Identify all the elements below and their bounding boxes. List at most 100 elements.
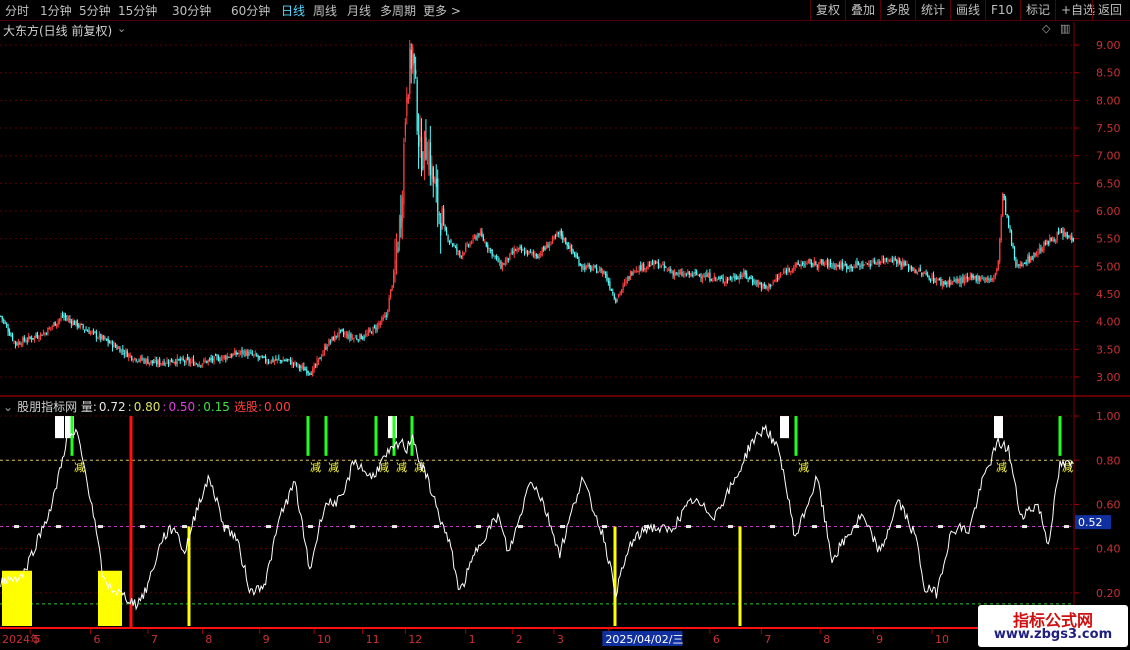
- candle-body: [262, 357, 264, 359]
- candle-body: [590, 265, 592, 271]
- price-tick-label: 3.00: [1096, 371, 1121, 384]
- candle-body: [184, 360, 186, 363]
- candle-body: [759, 282, 761, 285]
- candle-body: [503, 263, 505, 265]
- level-marker: [434, 525, 439, 529]
- candle-body: [568, 245, 570, 250]
- candle-body: [643, 264, 645, 270]
- candle-body: [538, 253, 540, 258]
- candle-body: [830, 260, 832, 265]
- candle-body: [498, 260, 501, 264]
- candle-body: [880, 261, 882, 264]
- candle-body: [473, 236, 476, 238]
- candle-body: [1071, 236, 1073, 240]
- candle-body: [182, 358, 184, 361]
- candle-body: [772, 281, 774, 284]
- candle-body: [559, 230, 561, 235]
- candle-body: [1049, 238, 1051, 243]
- candle-body: [390, 289, 392, 298]
- candle-body: [553, 236, 555, 239]
- candle-body: [554, 234, 557, 237]
- candle-body: [413, 54, 415, 64]
- candle-body: [778, 276, 780, 279]
- candle-body: [38, 338, 40, 340]
- candle-body: [893, 257, 895, 262]
- candle-body: [334, 334, 336, 342]
- price-tick-label: 3.50: [1096, 343, 1121, 356]
- candle-body: [869, 264, 871, 267]
- candle-body: [144, 359, 146, 364]
- candle-body: [706, 273, 708, 277]
- candle-body: [484, 241, 486, 243]
- candle-body: [694, 272, 696, 274]
- candle-body: [284, 360, 286, 362]
- candle-body: [746, 273, 748, 278]
- candle-body: [668, 269, 670, 271]
- candle-body: [526, 250, 529, 255]
- candle-body: [950, 281, 952, 285]
- candle-body: [984, 278, 986, 280]
- candle-body: [547, 245, 549, 248]
- candle-body: [198, 364, 201, 367]
- candle-body: [369, 329, 371, 331]
- candle-body: [440, 223, 442, 236]
- candle-body: [644, 268, 646, 270]
- candle-body: [677, 272, 679, 275]
- candle-body: [119, 347, 121, 353]
- candle-body: [415, 69, 417, 75]
- month-label: 8: [205, 633, 212, 646]
- price-tick-label: 9.00: [1096, 39, 1121, 52]
- candle-body: [379, 322, 382, 325]
- candle-body: [135, 358, 137, 362]
- candle-body: [768, 284, 770, 289]
- candle-body: [587, 264, 589, 267]
- candle-body: [563, 237, 565, 241]
- candle-body: [234, 351, 236, 355]
- candle-body: [752, 279, 754, 283]
- candle-body: [428, 150, 430, 170]
- candle-body: [120, 349, 123, 354]
- candle-body: [687, 271, 689, 275]
- candle-body: [248, 352, 251, 356]
- candle-body: [20, 344, 23, 346]
- month-label: 7: [151, 633, 158, 646]
- candle-body: [351, 337, 354, 339]
- candle-body: [562, 234, 564, 240]
- candle-body: [506, 256, 508, 262]
- candle-body: [298, 365, 301, 368]
- candle-body: [890, 260, 892, 262]
- candle-body: [640, 265, 642, 271]
- candle-body: [1005, 198, 1007, 213]
- candle-body: [17, 341, 20, 346]
- candle-body: [981, 278, 983, 280]
- candle-body: [1027, 256, 1029, 264]
- candle-body: [469, 242, 471, 247]
- candle-body: [574, 254, 576, 257]
- candle-body: [968, 277, 970, 281]
- candle-body: [684, 273, 686, 275]
- candle-body: [1065, 233, 1067, 237]
- candle-body: [206, 360, 208, 363]
- candle-body: [306, 369, 308, 374]
- yellow-block: [98, 570, 122, 626]
- candle-body: [231, 354, 233, 357]
- candle-body: [993, 278, 995, 280]
- candle-body: [460, 255, 462, 257]
- candle-body: [373, 326, 376, 328]
- indicator-tick-label: 0.80: [1096, 454, 1121, 467]
- candle-body: [631, 272, 633, 275]
- white-bar: [780, 416, 789, 439]
- candle-body: [853, 266, 855, 269]
- candle-body: [662, 263, 664, 265]
- candle-body: [966, 276, 969, 279]
- candle-body: [382, 317, 384, 320]
- price-tick-label: 8.00: [1096, 94, 1121, 107]
- candle-body: [1068, 235, 1070, 238]
- candle-body: [45, 333, 48, 335]
- candle-body: [756, 280, 758, 285]
- candle-body: [162, 362, 164, 365]
- candle-body: [707, 273, 710, 278]
- candle-body: [884, 258, 886, 262]
- candle-body: [727, 279, 729, 281]
- candle-body: [173, 361, 176, 363]
